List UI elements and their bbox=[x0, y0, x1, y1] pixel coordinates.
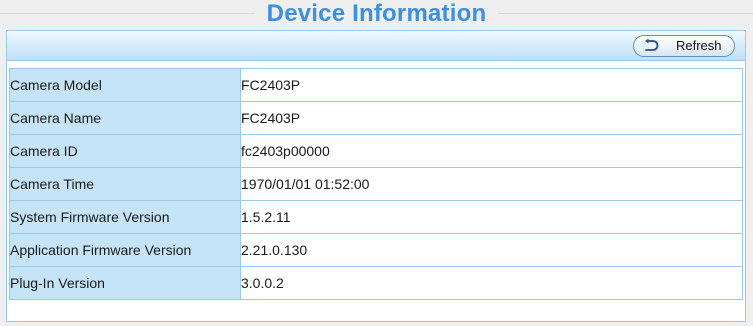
table-row-application-firmware: Application Firmware Version 2.21.0.130 bbox=[9, 233, 743, 267]
row-label: Camera ID bbox=[9, 134, 241, 168]
row-value: 2.21.0.130 bbox=[240, 233, 743, 267]
device-info-table: Camera Model FC2403P Camera Name FC2403P… bbox=[9, 68, 743, 300]
row-label: Application Firmware Version bbox=[9, 233, 241, 267]
table-row-camera-model: Camera Model FC2403P bbox=[9, 68, 743, 102]
row-label: Camera Name bbox=[9, 101, 241, 135]
table-row-camera-id: Camera ID fc2403p00000 bbox=[9, 134, 743, 168]
table-row-system-firmware: System Firmware Version 1.5.2.11 bbox=[9, 200, 743, 234]
device-information-page: Device Information Refresh Camera Model … bbox=[0, 0, 753, 326]
device-info-panel: Camera Model FC2403P Camera Name FC2403P… bbox=[6, 61, 746, 322]
row-value: fc2403p00000 bbox=[240, 134, 743, 168]
refresh-button-label: Refresh bbox=[676, 38, 722, 53]
row-value: FC2403P bbox=[240, 101, 743, 135]
row-value: 1.5.2.11 bbox=[240, 200, 743, 234]
row-label: Camera Time bbox=[9, 167, 241, 201]
table-row-camera-time: Camera Time 1970/01/01 01:52:00 bbox=[9, 167, 743, 201]
table-row-camera-name: Camera Name FC2403P bbox=[9, 101, 743, 135]
row-value: 3.0.0.2 bbox=[240, 266, 743, 300]
page-title: Device Information bbox=[266, 0, 487, 27]
row-label: Camera Model bbox=[9, 68, 241, 102]
refresh-button[interactable]: Refresh bbox=[633, 35, 735, 57]
row-label: Plug-In Version bbox=[9, 266, 241, 300]
toolbar: Refresh bbox=[6, 30, 746, 61]
row-label: System Firmware Version bbox=[9, 200, 241, 234]
row-value: 1970/01/01 01:52:00 bbox=[240, 167, 743, 201]
table-row-plugin-version: Plug-In Version 3.0.0.2 bbox=[9, 266, 743, 300]
row-value: FC2403P bbox=[240, 68, 743, 102]
refresh-arrow-icon bbox=[642, 38, 660, 54]
